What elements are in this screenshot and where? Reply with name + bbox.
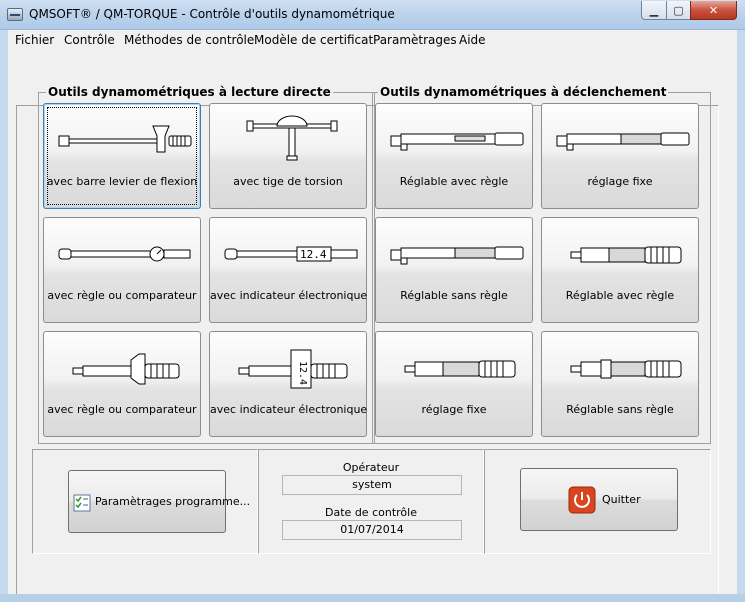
checklist-icon [73, 494, 91, 512]
tool-button-digital-screwdriver[interactable]: 12.4 avec indicateur électronique [209, 331, 367, 437]
tool-label: avec barre levier de flexion [46, 175, 198, 188]
menu-modele-certificat[interactable]: Modèle de certificat [254, 33, 373, 47]
tool-label: Réglable avec règle [565, 289, 675, 302]
tool-button-dial-gauge[interactable]: avec règle ou comparateur [43, 217, 201, 323]
tool-button-fixed-setting[interactable]: réglage fixe [541, 103, 699, 209]
menu-parametrages[interactable]: Paramètrages [373, 33, 457, 47]
flex-beam-wrench-icon [58, 125, 192, 153]
tool-label: réglage fixe [587, 175, 653, 188]
group-click-label: Outils dynamométriques à déclenchement [378, 85, 669, 99]
fixed-setting-wrench-icon [556, 132, 690, 151]
tool-button-adjustable-scale[interactable]: Réglable avec règle [375, 103, 533, 209]
menu-aide[interactable]: Aide [459, 33, 486, 47]
tool-button-fixed-setting-screwdriver[interactable]: réglage fixe [375, 331, 533, 437]
settings-program-label: Paramètrages programme... [95, 495, 251, 508]
bottom-panel-operator: Opérateur system Date de contrôle 01/07/… [258, 449, 484, 554]
window-title: QMSOFT® / QM-TORQUE - Contrôle d'outils … [29, 7, 395, 21]
tool-label: avec indicateur électronique [210, 403, 368, 416]
adjustable-scale-screwdriver-icon [570, 246, 682, 264]
maximize-button[interactable]: ▢ [666, 1, 691, 20]
tool-label: avec règle ou comparateur [47, 289, 197, 302]
title-bar[interactable]: QMSOFT® / QM-TORQUE - Contrôle d'outils … [0, 0, 745, 30]
date-label: Date de contrôle [325, 506, 417, 519]
group-direct-label: Outils dynamométriques à lecture directe [46, 85, 333, 99]
tool-button-dial-gauge-screwdriver[interactable]: avec règle ou comparateur [43, 331, 201, 437]
operator-label: Opérateur [342, 461, 400, 474]
window-frame-bottom [0, 594, 745, 602]
tool-button-torsion-bar[interactable]: avec tige de torsion [209, 103, 367, 209]
menu-methodes[interactable]: Méthodes de contrôle [124, 33, 254, 47]
tool-label: avec tige de torsion [233, 175, 343, 188]
window-frame-right [737, 51, 745, 602]
operator-field[interactable]: system [282, 475, 462, 495]
digital-display-screwdriver-icon: 12.4 [238, 349, 348, 389]
dial-gauge-wrench-icon [58, 246, 191, 262]
quit-label: Quitter [602, 493, 641, 506]
client-area: Outils dynamométriques à lecture directe… [8, 51, 737, 602]
menu-fichier[interactable]: Fichier [15, 33, 54, 47]
bottom-panel-quit: Quitter [484, 449, 711, 554]
quit-button[interactable]: Quitter [520, 468, 678, 531]
close-button[interactable]: ✕ [690, 1, 737, 20]
tool-label: réglage fixe [421, 403, 487, 416]
tool-label: Réglable sans règle [400, 289, 508, 302]
menu-controle[interactable]: Contrôle [64, 33, 115, 47]
date-field[interactable]: 01/07/2014 [282, 520, 462, 540]
window-frame-left [0, 51, 8, 602]
tool-label: Réglable sans règle [566, 403, 674, 416]
menu-bar: Fichier Contrôle Méthodes de contrôle Mo… [0, 30, 745, 51]
dial-gauge-screwdriver-icon [72, 353, 180, 385]
power-icon [568, 486, 596, 514]
tool-label: Réglable avec règle [399, 175, 509, 188]
digital-display-wrench-icon: 12.4 [224, 246, 358, 262]
minimize-button[interactable]: ▁ [641, 1, 667, 20]
tool-label: avec règle ou comparateur [47, 403, 197, 416]
tool-button-adjustable-scale-screwdriver[interactable]: Réglable avec règle [541, 217, 699, 323]
tool-label: avec indicateur électronique [210, 289, 368, 302]
settings-program-button[interactable]: Paramètrages programme... [68, 470, 250, 533]
app-icon[interactable] [7, 8, 23, 21]
tool-button-flex-beam[interactable]: avec barre levier de flexion [43, 103, 201, 209]
digital-display-readout: 12.4 [297, 361, 308, 385]
tool-button-adjustable-noscale[interactable]: Réglable sans règle [375, 217, 533, 323]
adjustable-noscale-wrench-icon [390, 246, 524, 265]
adjustable-noscale-screwdriver-icon [570, 359, 682, 379]
torsion-bar-wrench-icon [246, 115, 338, 161]
digital-display-readout: 12.4 [300, 248, 327, 261]
bottom-panel-settings: Paramètrages programme... [32, 449, 258, 554]
fixed-setting-screwdriver-icon [404, 360, 516, 378]
tool-button-digital-display[interactable]: 12.4 avec indicateur électronique [209, 217, 367, 323]
tool-button-adjustable-noscale-screwdriver[interactable]: Réglable sans règle [541, 331, 699, 437]
adjustable-scale-wrench-icon [390, 132, 524, 151]
